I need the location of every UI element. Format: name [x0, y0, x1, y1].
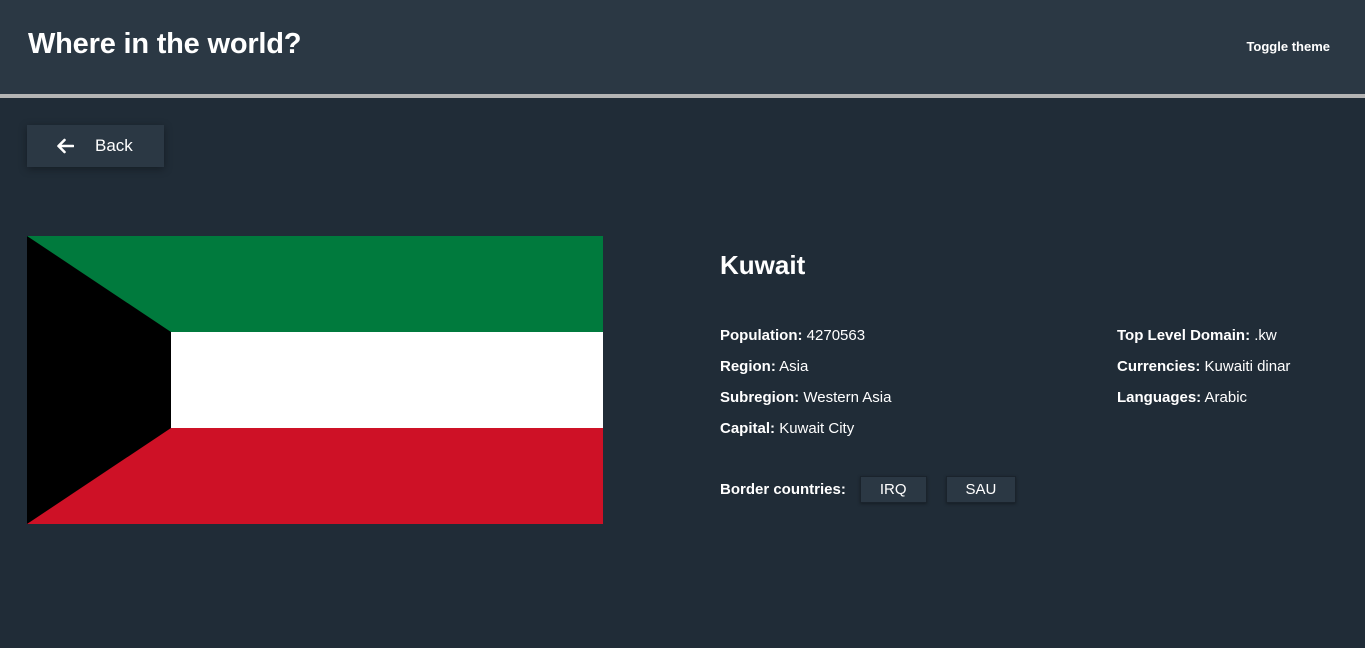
subregion-value: Western Asia — [803, 389, 892, 406]
currencies-label: Currencies: — [1117, 358, 1201, 375]
country-details-primary: Population: 4270563 Region: Asia Subregi… — [720, 326, 891, 450]
back-button-label: Back — [95, 136, 133, 155]
toggle-theme-button[interactable]: Toggle theme — [1246, 39, 1330, 54]
tld-value: .kw — [1254, 327, 1277, 344]
tld-row: Top Level Domain: .kw — [1117, 326, 1290, 357]
population-row: Population: 4270563 — [720, 326, 891, 357]
border-countries: Border countries: IRQ SAU — [720, 476, 1035, 503]
country-details-secondary: Top Level Domain: .kw Currencies: Kuwait… — [1117, 326, 1290, 419]
languages-value: Arabic — [1204, 389, 1248, 406]
country-flag — [27, 236, 603, 524]
subregion-row: Subregion: Western Asia — [720, 388, 891, 419]
capital-value: Kuwait City — [779, 420, 855, 437]
capital-label: Capital: — [720, 420, 776, 437]
back-button[interactable]: Back — [27, 125, 164, 167]
subregion-label: Subregion: — [720, 389, 800, 406]
currencies-row: Currencies: Kuwaiti dinar — [1117, 357, 1290, 388]
arrow-left-icon — [56, 138, 75, 154]
languages-label: Languages: — [1117, 389, 1202, 406]
border-country-chip[interactable]: IRQ — [859, 476, 927, 503]
border-countries-label: Border countries: — [720, 481, 846, 498]
population-value: 4270563 — [806, 327, 866, 344]
region-label: Region: — [720, 358, 776, 375]
app-header: Where in the world? Toggle theme — [0, 0, 1365, 94]
border-country-chip[interactable]: SAU — [945, 476, 1017, 503]
country-name: Kuwait — [720, 250, 806, 280]
region-value: Asia — [779, 358, 809, 375]
app-title: Where in the world? — [28, 28, 302, 60]
capital-row: Capital: Kuwait City — [720, 419, 891, 450]
header-divider — [0, 94, 1365, 98]
tld-label: Top Level Domain: — [1117, 327, 1251, 344]
region-row: Region: Asia — [720, 357, 891, 388]
currencies-value: Kuwaiti dinar — [1204, 358, 1291, 375]
languages-row: Languages: Arabic — [1117, 388, 1290, 419]
population-label: Population: — [720, 327, 803, 344]
